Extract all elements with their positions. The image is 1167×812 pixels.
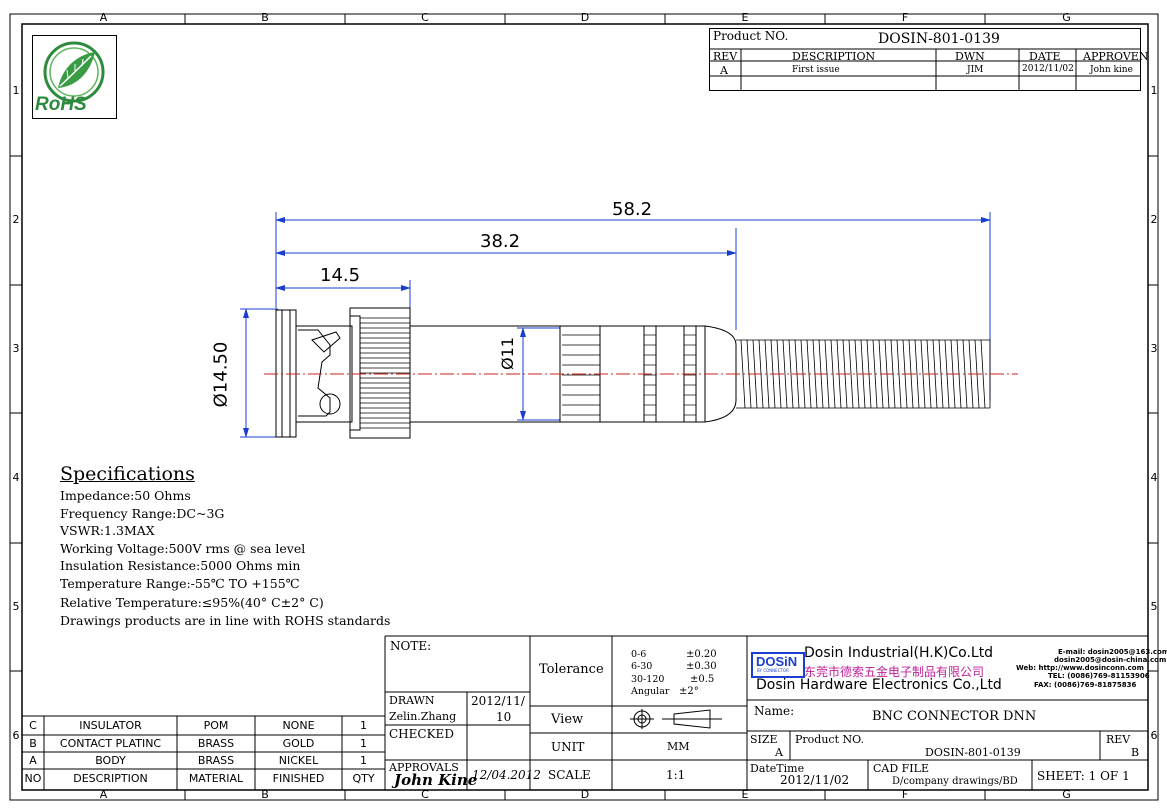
company-email-alt: dosin2005@dosin-china.com (1054, 656, 1167, 664)
tolerance-range: 0-6 (631, 649, 647, 660)
unit-label: UNIT (551, 740, 585, 754)
bom-no: B (29, 737, 37, 750)
drawn-date: 2012/11/ (471, 694, 525, 708)
unit-value: MM (667, 740, 690, 753)
scale-value: 1:1 (666, 768, 686, 782)
product-no-label: Product NO. (795, 733, 864, 746)
bom-header-description: DESCRIPTION (73, 772, 148, 785)
bom-material: BRASS (197, 737, 235, 750)
bom-header-finished: FINISHED (272, 772, 325, 785)
bom-finished: NONE (282, 719, 315, 732)
bom-material: BRASS (197, 754, 235, 767)
tolerance-label: Tolerance (539, 662, 604, 677)
dosin-logo-sub: BY CONNECTOR (757, 668, 789, 673)
size-value: A (775, 746, 783, 759)
approvals-signature: John Kine (394, 771, 478, 789)
cad-file-label: CAD FILE (873, 762, 929, 775)
company-email: E-mail: dosin2005@163.com (1058, 648, 1167, 656)
bom-description: BODY (95, 754, 126, 767)
cad-file-value: D/company drawings/BD (892, 776, 1018, 787)
drawn-name: Zelin.Zhang (389, 710, 457, 723)
drawn-date-day: 10 (496, 710, 512, 724)
scale-label: SCALE (548, 768, 591, 782)
bom-header-material: MATERIAL (188, 772, 244, 785)
bom-description: CONTACT PLATINC (59, 737, 162, 750)
part-name: BNC CONNECTOR DNN (872, 709, 1037, 724)
bom-header-qty: QTY (352, 772, 375, 785)
bom-finished: NICKEL (278, 754, 319, 767)
datetime-value: 2012/11/02 (780, 773, 850, 787)
checked-label: CHECKED (389, 727, 454, 741)
tolerance-range: 30-120 (631, 674, 665, 685)
projection-symbol-icon (630, 709, 722, 729)
bom-qty: 1 (360, 737, 367, 750)
tolerance-range: 6-30 (631, 661, 653, 672)
tolerance-value: ±0.20 (686, 649, 717, 660)
company-fax: FAX: (0086)769-81875836 (1034, 681, 1137, 689)
bom-qty: 1 (360, 754, 367, 767)
tolerance-value: ±0.30 (686, 661, 717, 672)
company-name-hardware: Dosin Hardware Electronics Co.,Ltd (756, 677, 1002, 693)
company-tel: TEL: (0086)769-81153906 (1048, 672, 1150, 680)
size-label: SIZE (750, 733, 778, 746)
bom-finished: GOLD (282, 737, 315, 750)
rev-value: B (1131, 746, 1140, 759)
sheet-number: SHEET: 1 OF 1 (1037, 769, 1130, 783)
tolerance-value: ±0.5 (690, 674, 715, 685)
name-label: Name: (754, 704, 795, 718)
bom-no: C (29, 719, 37, 732)
view-label: View (551, 712, 584, 727)
bom-description: INSULATOR (79, 719, 142, 732)
dosin-logo-text: DOSiN (756, 654, 798, 669)
bom-material: POM (203, 719, 229, 732)
bom-header-no: NO (24, 772, 42, 785)
bom-no: A (29, 754, 37, 767)
company-name-hk: Dosin Industrial(H.K)Co.Ltd (804, 645, 994, 661)
tolerance-range: Angular (631, 686, 670, 697)
bom-qty: 1 (360, 719, 367, 732)
rev-label: REV (1106, 733, 1131, 746)
approvals-date: 12/04.2012 (472, 768, 541, 782)
tolerance-value: ±2° (679, 686, 699, 697)
note-label: NOTE: (390, 639, 432, 653)
company-web: Web: http://www.dosinconn.com (1016, 664, 1144, 672)
drawn-label: DRAWN (389, 694, 435, 707)
dosin-logo: DOSiN BY CONNECTOR (751, 652, 805, 678)
product-no-value: DOSIN-801-0139 (925, 746, 1021, 759)
